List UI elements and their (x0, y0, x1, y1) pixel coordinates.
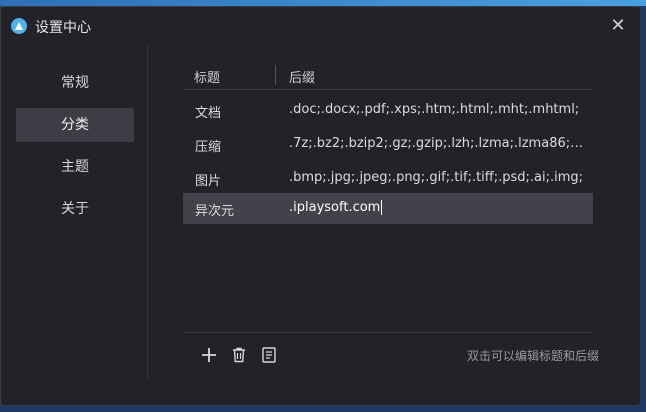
sidebar-item-general[interactable]: 常规 (16, 66, 134, 100)
settings-window: 设置中心 ✕ 常规 分类 主题 关于 标题 后缀 文档 .doc;.docx;.… (0, 6, 641, 406)
row-suffix: .doc;.docx;.pdf;.xps;.htm;.html;.mht;.mh… (289, 102, 580, 117)
plus-icon[interactable] (199, 345, 219, 365)
sidebar-item-theme[interactable]: 主题 (16, 150, 134, 184)
hint-text: 双击可以编辑标题和后缀 (466, 349, 599, 363)
row-title: 异次元 (195, 204, 235, 219)
table-header: 标题 后缀 (183, 59, 593, 90)
table-row[interactable]: 文档 .doc;.docx;.pdf;.xps;.htm;.html;.mht;… (183, 95, 593, 126)
table-row[interactable]: 图片 .bmp;.jpg;.jpeg;.png;.gif;.tif;.tiff;… (183, 163, 593, 194)
window-title: 设置中心 (35, 20, 91, 36)
row-suffix-text: .iplaysoft.com (289, 200, 381, 215)
close-button[interactable]: ✕ (606, 14, 630, 38)
row-suffix: .bmp;.jpg;.jpeg;.png;.gif;.tif;.tiff;.ps… (289, 170, 584, 185)
title-bar[interactable]: 设置中心 ✕ (1, 7, 640, 45)
column-divider[interactable] (275, 65, 276, 85)
row-suffix: .7z;.bz2;.bzip2;.gz;.gzip;.lzh;.lzma;.lz… (289, 136, 585, 151)
document-icon[interactable] (259, 345, 279, 365)
row-title: 文档 (195, 106, 222, 121)
row-title: 图片 (195, 174, 222, 189)
app-logo-icon (11, 18, 27, 34)
row-suffix-editor[interactable]: .iplaysoft.com (289, 200, 585, 215)
table-row[interactable]: 压缩 .7z;.bz2;.bzip2;.gz;.gzip;.lzh;.lzma;… (183, 129, 593, 160)
text-caret (381, 200, 383, 215)
sidebar-item-about[interactable]: 关于 (16, 192, 134, 226)
column-header-suffix[interactable]: 后缀 (289, 67, 315, 86)
table-toolbar: 双击可以编辑标题和后缀 (183, 332, 599, 379)
column-header-title[interactable]: 标题 (194, 67, 220, 86)
row-title: 压缩 (195, 140, 222, 155)
sidebar: 常规 分类 主题 关于 (1, 45, 148, 381)
table-row-selected[interactable]: 异次元 .iplaysoft.com (183, 193, 593, 224)
sidebar-item-category[interactable]: 分类 (16, 108, 134, 142)
trash-icon[interactable] (229, 345, 249, 365)
